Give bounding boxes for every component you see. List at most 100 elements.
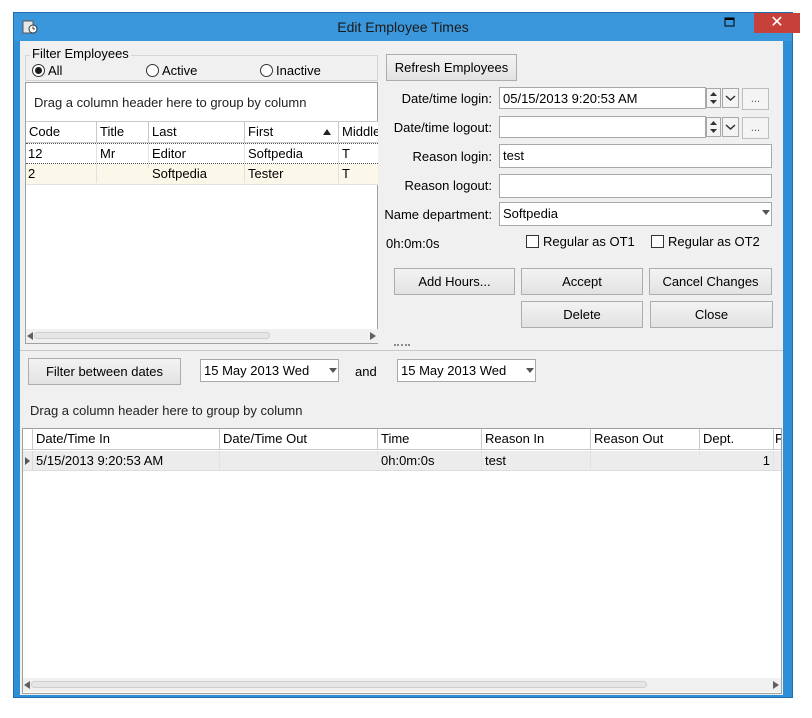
column-header-reason-in[interactable]: Reason In bbox=[482, 429, 591, 450]
column-header-first-label: First bbox=[248, 124, 274, 139]
cell-dept: 1 bbox=[700, 451, 774, 470]
times-grid-header: Date/Time In Date/Time Out Time Reason I… bbox=[23, 429, 781, 451]
cell-middle: T bbox=[342, 146, 350, 161]
column-header-first[interactable]: First bbox=[245, 122, 339, 143]
to-date-picker[interactable]: 15 May 2013 Wed bbox=[397, 359, 536, 382]
duration-text: 0h:0m:0s bbox=[386, 236, 440, 251]
ot1-checkbox-box[interactable] bbox=[526, 235, 539, 248]
chevron-down-icon bbox=[725, 95, 736, 102]
radio-inactive-label: Inactive bbox=[276, 63, 321, 78]
scroll-right-icon[interactable] bbox=[370, 332, 376, 340]
column-header-dept[interactable]: Dept. bbox=[700, 429, 774, 450]
restore-button[interactable] bbox=[716, 13, 742, 33]
row-indicator bbox=[23, 451, 33, 471]
cancel-changes-button[interactable]: Cancel Changes bbox=[649, 268, 772, 295]
logout-ellipsis-button[interactable]: ... bbox=[742, 117, 769, 139]
login-spinner[interactable] bbox=[706, 88, 721, 108]
splitter-handle[interactable] bbox=[394, 344, 410, 348]
scroll-left-icon[interactable] bbox=[27, 332, 33, 340]
accept-button[interactable]: Accept bbox=[521, 268, 643, 295]
cell-reason-out bbox=[591, 451, 700, 455]
department-label: Name department: bbox=[384, 207, 492, 222]
login-ellipsis-button[interactable]: ... bbox=[742, 88, 769, 110]
scroll-right-icon[interactable] bbox=[773, 681, 779, 689]
from-date-picker[interactable]: 15 May 2013 Wed bbox=[200, 359, 339, 382]
scrollbar-thumb[interactable] bbox=[34, 332, 270, 339]
column-header-date-time-in[interactable]: Date/Time In bbox=[33, 429, 220, 450]
radio-active-indicator[interactable] bbox=[146, 64, 159, 77]
column-header-time[interactable]: Time bbox=[378, 429, 482, 450]
cell-code: 2 bbox=[26, 164, 97, 183]
ot2-checkbox[interactable]: Regular as OT2 bbox=[651, 234, 771, 250]
ot1-checkbox[interactable]: Regular as OT1 bbox=[526, 234, 646, 250]
radio-all-label: All bbox=[48, 63, 63, 78]
cell-first: Softpedia bbox=[245, 144, 339, 163]
employees-group-hint: Drag a column header here to group by co… bbox=[34, 95, 307, 110]
scrollbar-thumb[interactable] bbox=[31, 681, 647, 688]
column-header-reason-out[interactable]: Reason Out bbox=[591, 429, 700, 450]
spinner-arrows-icon bbox=[710, 121, 717, 133]
delete-button[interactable]: Delete bbox=[521, 301, 643, 328]
employees-horizontal-scrollbar[interactable] bbox=[26, 329, 378, 343]
cell-title bbox=[97, 164, 149, 168]
spinner-arrows-icon bbox=[710, 92, 717, 104]
splitter-line bbox=[20, 350, 783, 351]
cell-last: Softpedia bbox=[149, 164, 245, 183]
scroll-left-icon[interactable] bbox=[24, 681, 30, 689]
close-window-button[interactable]: ✕ bbox=[754, 13, 800, 33]
logout-dropdown[interactable] bbox=[722, 117, 739, 137]
employees-grid: Drag a column header here to group by co… bbox=[25, 82, 378, 344]
cell-title: Mr bbox=[97, 144, 149, 163]
cell-date-time-out bbox=[220, 451, 378, 455]
chevron-down-icon[interactable] bbox=[329, 368, 337, 374]
filter-between-dates-button[interactable]: Filter between dates bbox=[28, 358, 181, 385]
and-label: and bbox=[355, 364, 377, 379]
department-select[interactable]: Softpedia bbox=[499, 202, 772, 226]
current-row-icon bbox=[25, 457, 30, 465]
column-header-date-time-out[interactable]: Date/Time Out bbox=[220, 429, 378, 450]
cell-middle: T bbox=[342, 166, 350, 181]
column-header-middle[interactable]: Middle bbox=[339, 122, 378, 143]
cell-first: Tester bbox=[245, 164, 339, 183]
radio-all-indicator[interactable] bbox=[32, 64, 45, 77]
add-hours-button[interactable]: Add Hours... bbox=[394, 268, 515, 295]
column-header-code[interactable]: Code bbox=[26, 122, 97, 143]
refresh-employees-button[interactable]: Refresh Employees bbox=[386, 54, 517, 81]
chevron-down-icon[interactable] bbox=[762, 210, 770, 216]
login-dropdown[interactable] bbox=[722, 88, 739, 108]
cell-reason-in: test bbox=[482, 451, 591, 470]
login-datetime-input[interactable]: 05/15/2013 9:20:53 AM bbox=[499, 87, 706, 109]
table-row[interactable]: 2 Softpedia Tester T bbox=[26, 164, 378, 185]
radio-inactive[interactable]: Inactive bbox=[260, 63, 350, 79]
radio-active[interactable]: Active bbox=[146, 63, 226, 79]
table-row[interactable]: 12 Mr Editor Softpedia T bbox=[26, 143, 378, 164]
radio-inactive-indicator[interactable] bbox=[260, 64, 273, 77]
column-header-f[interactable]: F bbox=[774, 429, 781, 450]
window-bottom-border bbox=[20, 695, 783, 697]
close-button[interactable]: Close bbox=[650, 301, 773, 328]
window-title: Edit Employee Times bbox=[337, 19, 469, 35]
employees-grid-header: Code Title Last First Middle bbox=[26, 121, 378, 143]
login-label: Date/time login: bbox=[401, 91, 492, 106]
column-header-title[interactable]: Title bbox=[97, 122, 149, 143]
radio-all[interactable]: All bbox=[32, 63, 102, 79]
radio-active-label: Active bbox=[162, 63, 198, 78]
ot2-checkbox-box[interactable] bbox=[651, 235, 664, 248]
reason-login-input[interactable]: test bbox=[499, 144, 772, 168]
cell-time: 0h:0m:0s bbox=[378, 451, 482, 470]
restore-icon bbox=[724, 17, 735, 27]
logout-label: Date/time logout: bbox=[393, 120, 492, 135]
times-grid: Date/Time In Date/Time Out Time Reason I… bbox=[22, 428, 782, 694]
cell-code: 12 bbox=[26, 144, 97, 163]
logout-datetime-input[interactable] bbox=[499, 116, 706, 138]
chevron-down-icon[interactable] bbox=[526, 368, 534, 374]
ot1-label: Regular as OT1 bbox=[543, 234, 635, 249]
logout-spinner[interactable] bbox=[706, 117, 721, 137]
times-horizontal-scrollbar[interactable] bbox=[23, 678, 781, 692]
reason-logout-input[interactable] bbox=[499, 174, 772, 198]
reason-logout-label: Reason logout: bbox=[404, 178, 492, 193]
reason-login-label: Reason login: bbox=[412, 149, 493, 164]
column-header-last[interactable]: Last bbox=[149, 122, 245, 143]
cell-f bbox=[774, 451, 781, 455]
table-row[interactable]: 5/15/2013 9:20:53 AM 0h:0m:0s test 1 bbox=[23, 451, 781, 471]
